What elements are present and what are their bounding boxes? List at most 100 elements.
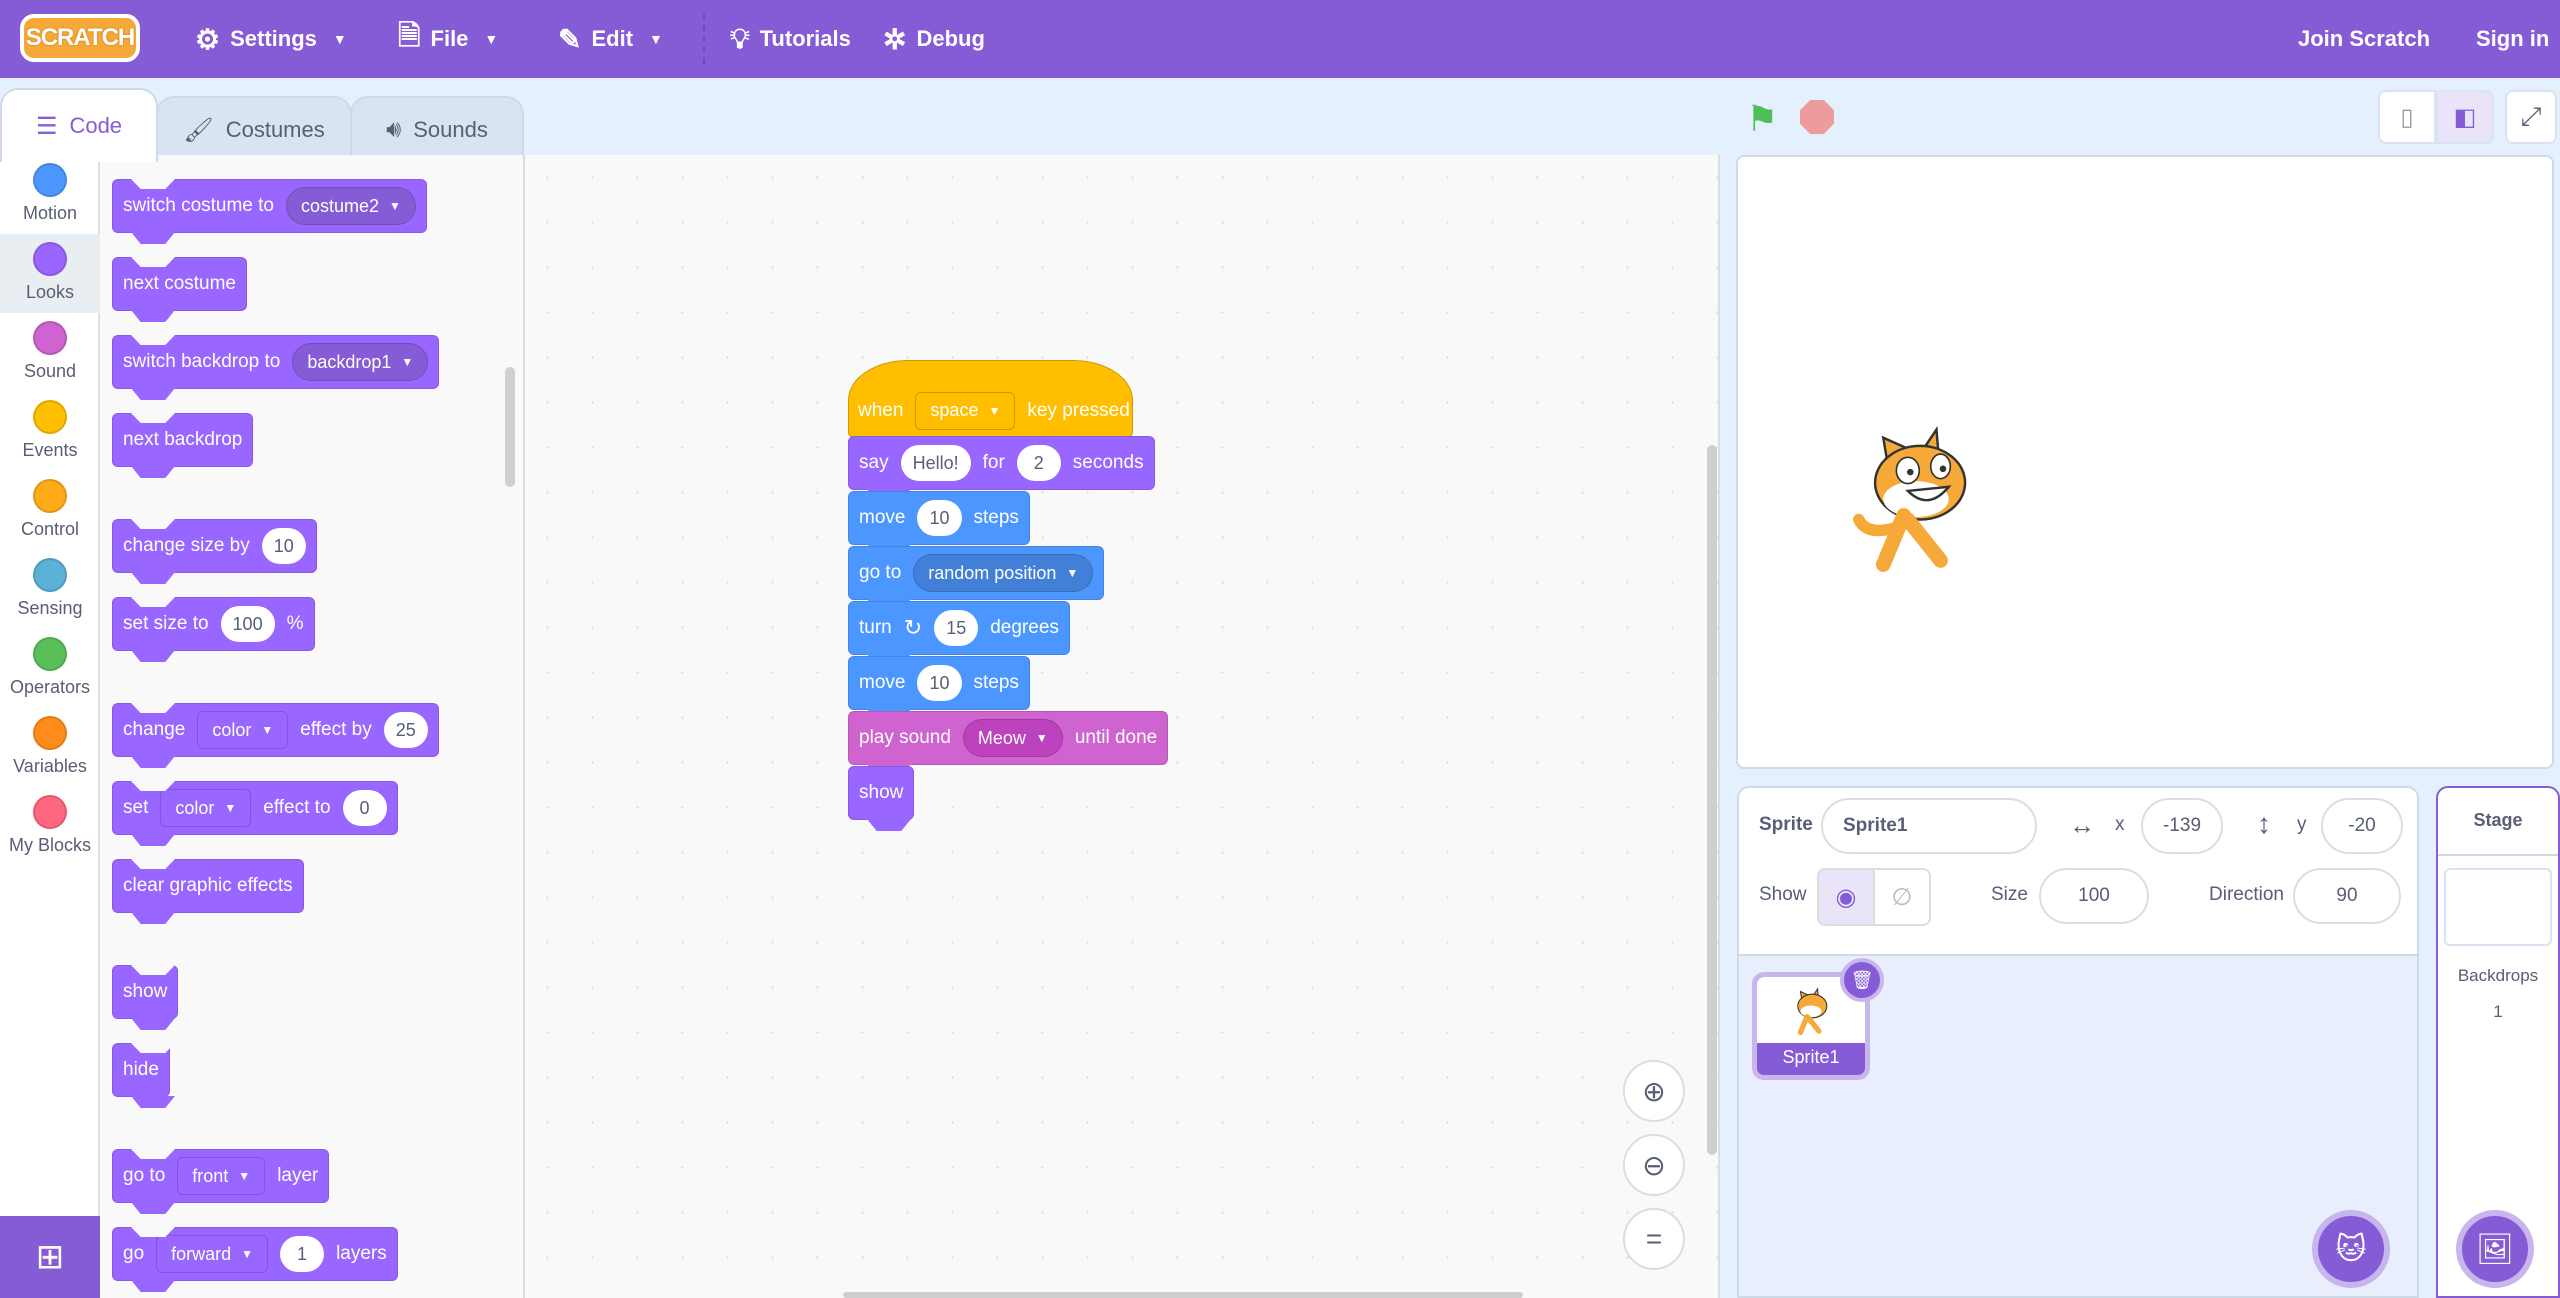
block-go-to-layer[interactable]: go to front ▼ layer [112, 1149, 330, 1203]
settings-label: Settings [230, 26, 317, 51]
edit-menu[interactable]: ✎ Edit ▼ [558, 0, 663, 78]
number-input[interactable]: 100 [220, 606, 275, 642]
block-show[interactable]: show [848, 766, 915, 820]
backdrop-dropdown[interactable]: backdrop1 ▼ [292, 343, 429, 381]
category-variables[interactable]: Variables [0, 708, 100, 787]
fullscreen-button[interactable]: ⤢ [2505, 90, 2557, 144]
block-set-size[interactable]: set size to 100 % [112, 597, 315, 651]
tab-code[interactable]: ☰ Code [0, 88, 158, 162]
category-sound[interactable]: Sound [0, 313, 100, 392]
sensing-dot-icon [33, 558, 67, 592]
category-operators[interactable]: Operators [0, 629, 100, 708]
sound-dropdown[interactable]: Meow ▼ [962, 719, 1063, 757]
hide-sprite-button[interactable]: ∅ [1873, 868, 1931, 926]
number-input[interactable]: 10 [917, 500, 962, 536]
number-input[interactable]: 0 [342, 790, 387, 826]
number-input[interactable]: 25 [383, 712, 428, 748]
join-scratch-link[interactable]: Join Scratch [2298, 0, 2430, 78]
caret-down-icon: ▼ [649, 31, 663, 47]
show-sprite-button[interactable]: ◉ [1817, 868, 1875, 926]
category-sensing[interactable]: Sensing [0, 550, 100, 629]
block-clear-effects[interactable]: clear graphic effects [112, 859, 304, 913]
block-next-costume[interactable]: next costume [112, 257, 247, 311]
choose-backdrop-button[interactable]: 🖼︎ [2456, 1210, 2534, 1288]
block-set-effect[interactable]: set color ▼ effect to 0 [112, 781, 398, 835]
stage-canvas[interactable] [1736, 155, 2554, 769]
equals-icon: = [1645, 1223, 1663, 1254]
edit-label: Edit [591, 26, 634, 51]
layer-dropdown[interactable]: front ▼ [177, 1157, 266, 1195]
tab-costumes[interactable]: 🖌︎ Costumes [156, 96, 352, 162]
category-motion[interactable]: Motion [0, 155, 100, 234]
delete-sprite-button[interactable]: 🗑︎ [1840, 958, 1884, 1002]
palette-scrollbar[interactable] [505, 367, 515, 487]
text-input[interactable]: Hello! [900, 445, 971, 481]
block-text: go [123, 1243, 145, 1264]
caret-down-icon: ▼ [401, 355, 414, 369]
direction-input[interactable]: 90 [2293, 868, 2401, 924]
block-change-effect[interactable]: change color ▼ effect by 25 [112, 703, 439, 757]
category-my-blocks[interactable]: My Blocks [0, 787, 100, 866]
green-flag-button[interactable]: ⚑ [1746, 98, 1778, 140]
block-next-backdrop[interactable]: next backdrop [112, 413, 254, 467]
block-change-size[interactable]: change size by 10 [112, 519, 317, 573]
debug-button[interactable]: ✲ Debug [883, 0, 985, 78]
number-input[interactable]: 15 [934, 610, 979, 646]
file-menu[interactable]: 🗎 File ▼ [398, 0, 498, 78]
choose-sprite-button[interactable]: 🐱︎ [2312, 1210, 2390, 1288]
block-hide[interactable]: hide [112, 1043, 170, 1097]
block-turn[interactable]: turn ↻ 15 degrees [848, 601, 1070, 655]
costume-dropdown[interactable]: costume2 ▼ [286, 187, 416, 225]
y-input[interactable]: -20 [2321, 798, 2403, 854]
block-text: go to [123, 1165, 166, 1186]
category-events[interactable]: Events [0, 392, 100, 471]
block-move-steps[interactable]: move 10 steps [848, 491, 1030, 545]
block-text: seconds [1072, 452, 1144, 473]
block-go-layers[interactable]: go forward ▼ 1 layers [112, 1227, 398, 1281]
cat-sprite[interactable] [1826, 405, 2006, 585]
number-input[interactable]: 1 [280, 1236, 325, 1272]
add-extension-button[interactable]: ⊞ [0, 1216, 100, 1298]
zoom-in-button[interactable]: ⊕ [1623, 1060, 1685, 1122]
block-move-steps[interactable]: move 10 steps [848, 656, 1030, 710]
block-show[interactable]: show [112, 965, 179, 1019]
stop-button[interactable] [1800, 100, 1834, 134]
block-text: next backdrop [123, 429, 243, 450]
my-blocks-dot-icon [33, 795, 67, 829]
block-switch-backdrop[interactable]: switch backdrop to backdrop1 ▼ [112, 335, 440, 389]
tutorials-button[interactable]: 💡︎ Tutorials [730, 0, 851, 78]
effect-dropdown[interactable]: color ▼ [160, 789, 252, 827]
category-looks[interactable]: Looks [0, 234, 100, 313]
number-input[interactable]: 10 [261, 528, 306, 564]
sign-in-link[interactable]: Sign in [2476, 0, 2549, 78]
workspace-horizontal-scrollbar[interactable] [843, 1292, 1523, 1298]
key-dropdown[interactable]: space ▼ [915, 391, 1016, 430]
scratch-logo[interactable]: SCRATCH [20, 14, 140, 62]
workspace-vertical-scrollbar[interactable] [1707, 445, 1717, 1155]
block-play-sound[interactable]: play sound Meow ▼ until done [848, 711, 1169, 765]
zoom-out-button[interactable]: ⊖ [1623, 1134, 1685, 1196]
category-control[interactable]: Control [0, 471, 100, 550]
block-switch-costume[interactable]: switch costume to costume2 ▼ [112, 179, 427, 233]
x-input[interactable]: -139 [2141, 798, 2223, 854]
caret-down-icon: ▼ [332, 31, 347, 47]
tab-sounds[interactable]: 🔊︎ Sounds [350, 96, 524, 162]
events-dot-icon [33, 400, 67, 434]
position-dropdown[interactable]: random position ▼ [913, 554, 1094, 592]
size-input[interactable]: 100 [2039, 868, 2149, 924]
number-input[interactable]: 10 [917, 665, 962, 701]
block-text: move [859, 507, 906, 528]
block-text: steps [973, 672, 1019, 693]
block-say-for-secs[interactable]: say Hello! for 2 seconds [848, 436, 1155, 490]
small-stage-button[interactable]: ▯ [2378, 90, 2436, 144]
large-stage-button[interactable]: ◧ [2436, 90, 2494, 144]
number-input[interactable]: 2 [1016, 445, 1061, 481]
sprite-name-input[interactable]: Sprite1 [1821, 798, 2037, 854]
cat-add-icon: 🐱︎ [2335, 1232, 2367, 1266]
direction-dropdown[interactable]: forward ▼ [156, 1235, 269, 1273]
settings-menu[interactable]: ⚙ Settings ▼ [195, 0, 347, 78]
block-text: layer [277, 1165, 319, 1186]
block-go-to[interactable]: go to random position ▼ [848, 546, 1105, 600]
effect-dropdown[interactable]: color ▼ [197, 711, 289, 749]
zoom-reset-button[interactable]: = [1623, 1208, 1685, 1270]
